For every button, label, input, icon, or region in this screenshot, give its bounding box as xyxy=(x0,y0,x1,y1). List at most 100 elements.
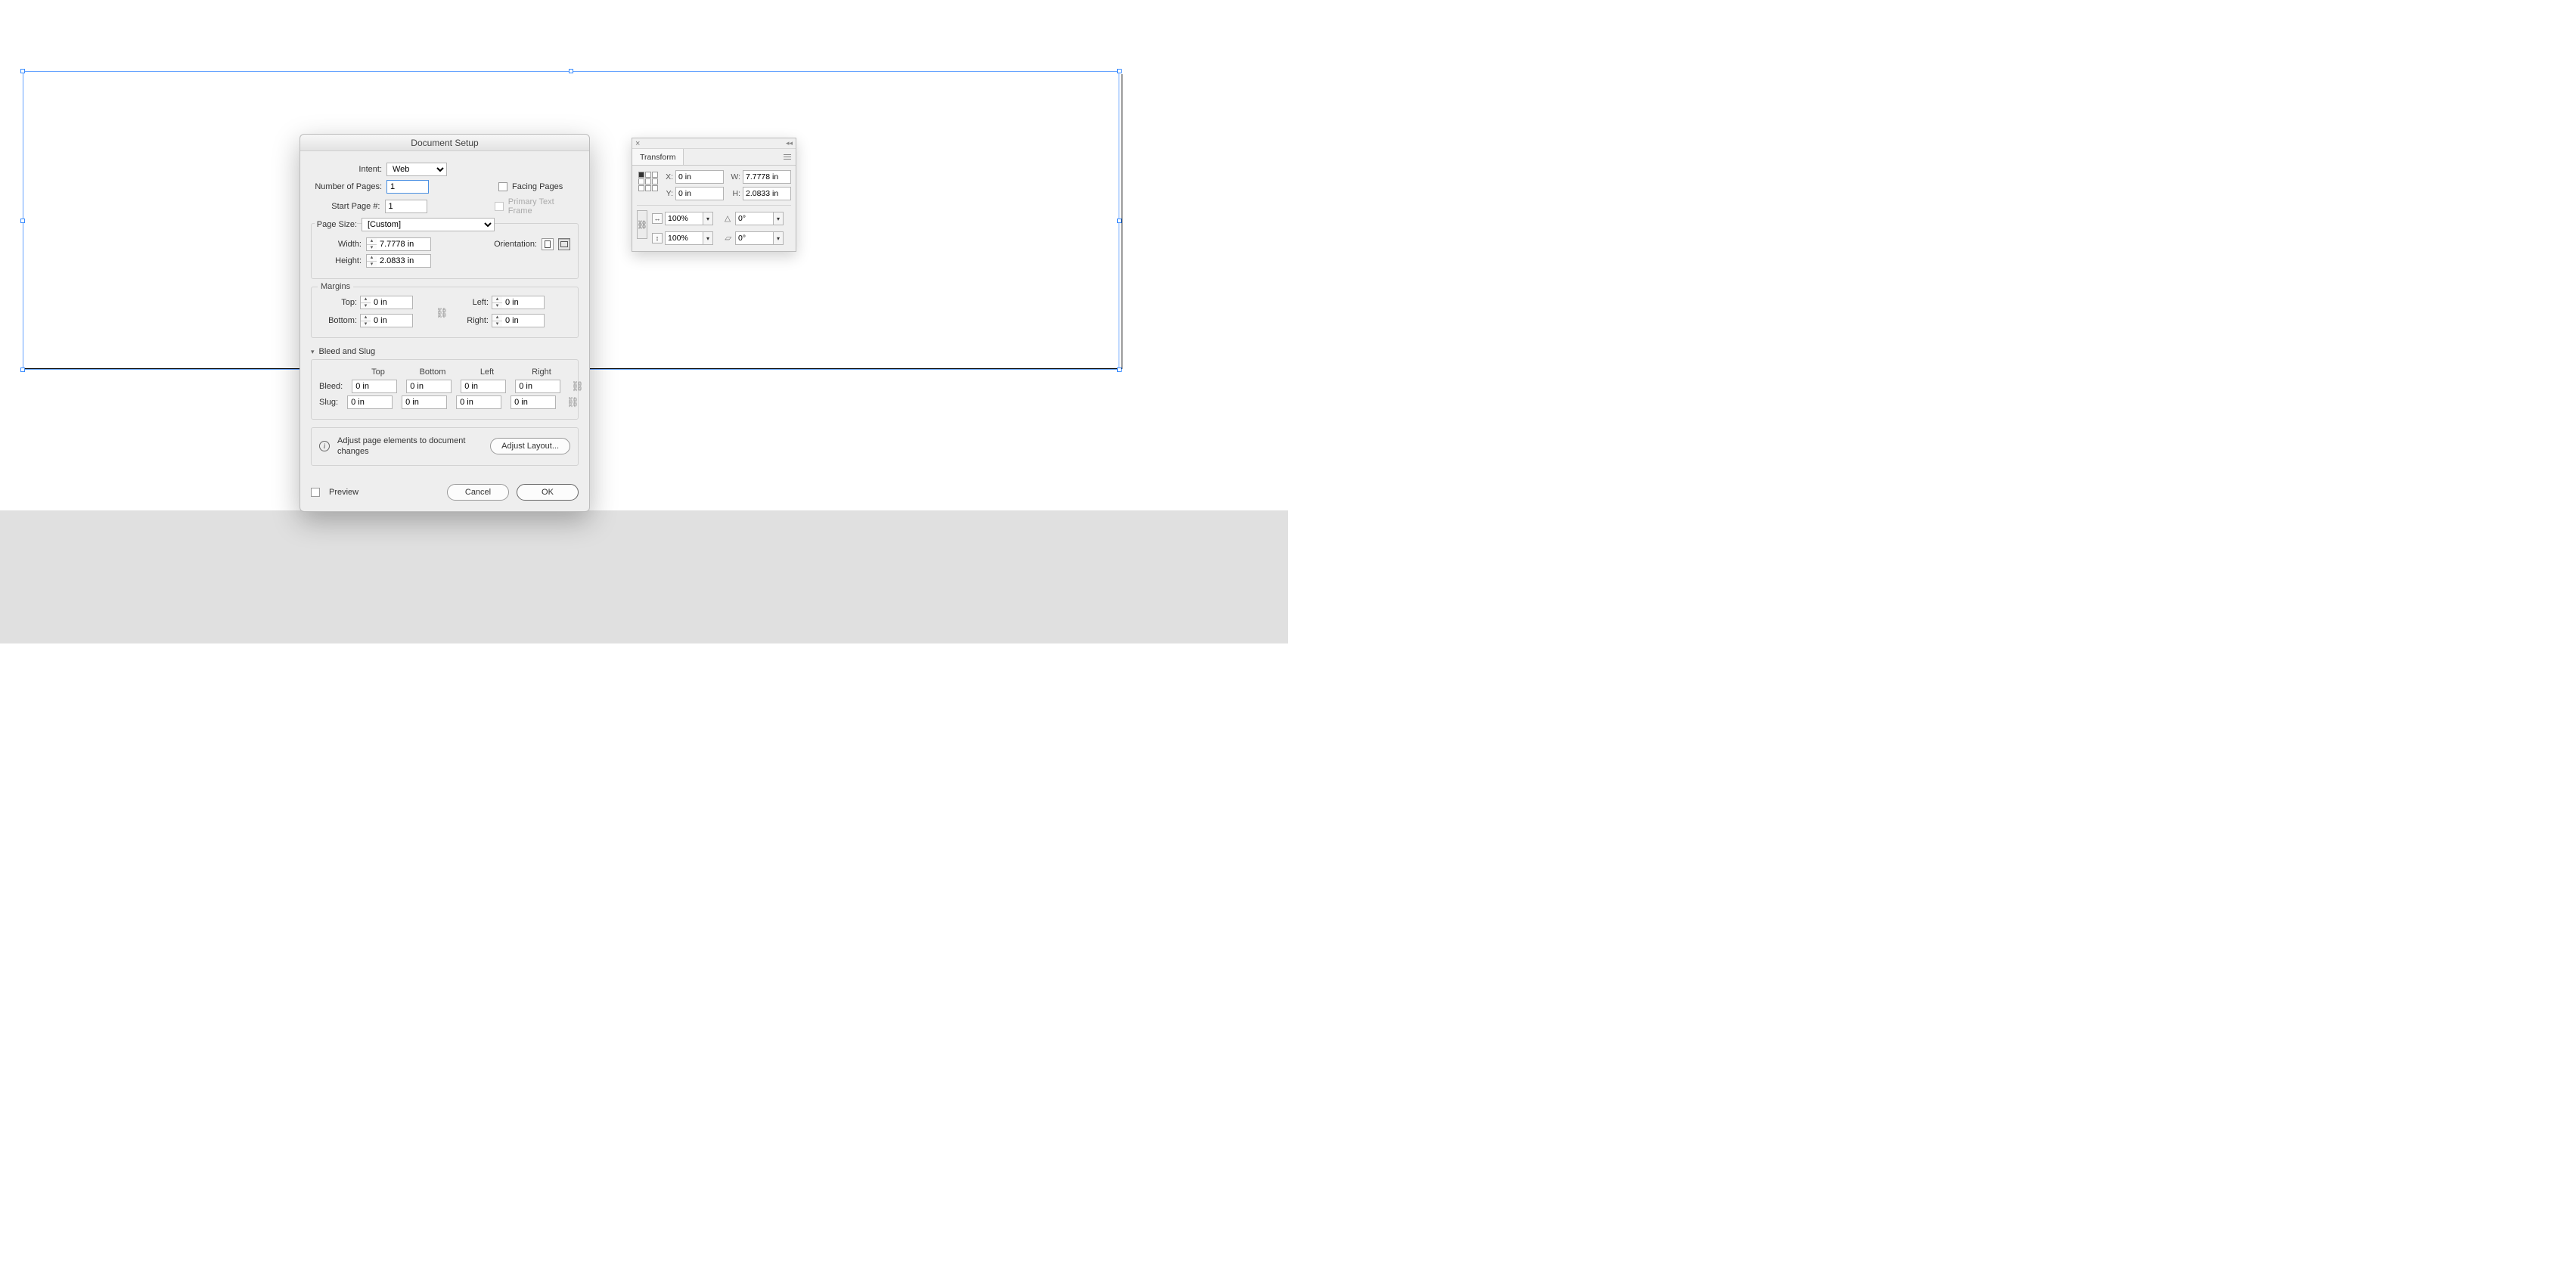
transform-tab[interactable]: Transform xyxy=(632,149,684,165)
scale-x-input[interactable] xyxy=(665,212,703,225)
ok-button[interactable]: OK xyxy=(517,484,579,501)
page-size-fieldset: Page Size: [Custom] Width: ▴▾ Orientatio… xyxy=(311,223,579,279)
bleed-row-label: Bleed: xyxy=(319,382,343,391)
bleed-slug-section: Top Bottom Left Right Bleed: ⛓ Slug: ⛓ xyxy=(311,359,579,420)
y-label: Y: xyxy=(663,189,673,198)
dropdown-icon[interactable]: ▾ xyxy=(703,212,713,225)
bleed-link-icon[interactable]: ⛓ xyxy=(571,380,584,392)
margins-fieldset: Margins Top:▴▾ Left:▴▾ Bottom:▴▾ Right:▴… xyxy=(311,287,579,338)
intent-select[interactable]: Web xyxy=(386,163,447,176)
height-input[interactable] xyxy=(377,254,431,268)
resize-handle-tm[interactable] xyxy=(569,69,573,73)
dialog-title[interactable]: Document Setup xyxy=(300,135,589,151)
facing-pages-checkbox[interactable] xyxy=(498,182,507,191)
reference-point-proxy[interactable] xyxy=(638,172,658,200)
slug-left-input[interactable] xyxy=(456,395,501,409)
scale-x-icon: ↔ xyxy=(652,213,663,224)
slug-right-input[interactable] xyxy=(511,395,556,409)
slug-bottom-input[interactable] xyxy=(402,395,447,409)
margins-legend: Margins xyxy=(318,282,353,291)
scale-link-icon[interactable]: ⛓ xyxy=(637,210,647,239)
shear-icon: ▱ xyxy=(722,234,733,243)
numpages-label: Number of Pages: xyxy=(311,182,386,191)
margin-left-stepper[interactable]: ▴▾ xyxy=(492,296,545,309)
margin-left-label: Left: xyxy=(451,298,489,307)
bleed-slug-disclosure[interactable]: ▾ Bleed and Slug xyxy=(311,347,579,356)
margin-bottom-input[interactable] xyxy=(371,314,413,327)
margin-left-input[interactable] xyxy=(502,296,545,309)
margin-bottom-stepper[interactable]: ▴▾ xyxy=(360,314,413,327)
col-bottom: Bottom xyxy=(410,367,455,377)
bleed-right-input[interactable] xyxy=(515,380,560,393)
transform-panel: × ◂◂ Transform X: Y: W: H: ⛓ xyxy=(632,138,796,252)
rotate-combo[interactable]: ▾ xyxy=(735,212,784,225)
bleed-top-input[interactable] xyxy=(352,380,397,393)
resize-handle-mr[interactable] xyxy=(1117,219,1122,223)
intent-label: Intent: xyxy=(311,165,386,174)
bleed-left-input[interactable] xyxy=(461,380,506,393)
preview-checkbox[interactable] xyxy=(311,488,320,497)
height-stepper[interactable]: ▴▾ xyxy=(366,254,431,268)
x-label: X: xyxy=(663,172,673,181)
panel-menu-icon[interactable] xyxy=(779,154,796,160)
dropdown-icon[interactable]: ▾ xyxy=(773,231,784,245)
width-stepper[interactable]: ▴▾ xyxy=(366,237,431,251)
x-input[interactable] xyxy=(675,170,724,184)
resize-handle-tr[interactable] xyxy=(1117,69,1122,73)
resize-handle-ml[interactable] xyxy=(20,219,25,223)
margin-bottom-label: Bottom: xyxy=(319,316,357,325)
adjust-layout-button[interactable]: Adjust Layout... xyxy=(490,438,570,454)
numpages-input[interactable] xyxy=(386,180,429,194)
page-size-select[interactable]: [Custom] xyxy=(362,218,495,231)
scale-y-input[interactable] xyxy=(665,231,703,245)
margin-right-stepper[interactable]: ▴▾ xyxy=(492,314,545,327)
canvas-area xyxy=(0,0,1288,510)
dropdown-icon[interactable]: ▾ xyxy=(773,212,784,225)
info-icon: i xyxy=(319,441,330,451)
dropdown-icon[interactable]: ▾ xyxy=(703,231,713,245)
startpage-input[interactable] xyxy=(385,200,427,213)
col-top: Top xyxy=(355,367,401,377)
scale-x-combo[interactable]: ▾ xyxy=(665,212,713,225)
rotate-icon: △ xyxy=(722,214,733,223)
width-label: Width: xyxy=(319,240,362,249)
pasteboard-area xyxy=(0,510,1288,644)
shear-input[interactable] xyxy=(735,231,773,245)
chevron-down-icon: ▾ xyxy=(311,348,315,356)
preview-label: Preview xyxy=(329,488,358,497)
slug-row-label: Slug: xyxy=(319,398,338,407)
slug-top-input[interactable] xyxy=(347,395,393,409)
resize-handle-br[interactable] xyxy=(1117,367,1122,372)
bleed-bottom-input[interactable] xyxy=(406,380,452,393)
width-input[interactable] xyxy=(377,237,431,251)
h-input[interactable] xyxy=(743,187,791,200)
margins-link-icon[interactable]: ⛓ xyxy=(436,307,448,319)
cancel-button[interactable]: Cancel xyxy=(447,484,509,501)
slug-link-icon[interactable]: ⛓ xyxy=(566,396,579,408)
margin-right-input[interactable] xyxy=(502,314,545,327)
col-right: Right xyxy=(519,367,564,377)
rotate-input[interactable] xyxy=(735,212,773,225)
panel-close-icon[interactable]: × xyxy=(635,139,640,148)
orientation-label: Orientation: xyxy=(494,240,537,249)
margin-top-input[interactable] xyxy=(371,296,413,309)
orientation-landscape-button[interactable] xyxy=(558,238,570,250)
orientation-portrait-button[interactable] xyxy=(542,238,554,250)
panel-collapse-icon[interactable]: ◂◂ xyxy=(786,139,793,147)
height-label: Height: xyxy=(319,256,362,265)
shear-combo[interactable]: ▾ xyxy=(735,231,784,245)
w-input[interactable] xyxy=(743,170,791,184)
margin-top-stepper[interactable]: ▴▾ xyxy=(360,296,413,309)
adjust-message: Adjust page elements to document changes xyxy=(337,436,483,457)
scale-y-combo[interactable]: ▾ xyxy=(665,231,713,245)
resize-handle-bl[interactable] xyxy=(20,367,25,372)
bleed-slug-label: Bleed and Slug xyxy=(319,347,376,356)
margin-top-label: Top: xyxy=(319,298,357,307)
facing-pages-label: Facing Pages xyxy=(512,182,563,191)
resize-handle-tl[interactable] xyxy=(20,69,25,73)
y-input[interactable] xyxy=(675,187,724,200)
document-setup-dialog: Document Setup Intent: Web Number of Pag… xyxy=(299,134,590,512)
scale-y-icon: ↕ xyxy=(652,233,663,243)
primary-text-frame-label: Primary Text Frame xyxy=(508,197,579,216)
startpage-label: Start Page #: xyxy=(311,202,385,211)
